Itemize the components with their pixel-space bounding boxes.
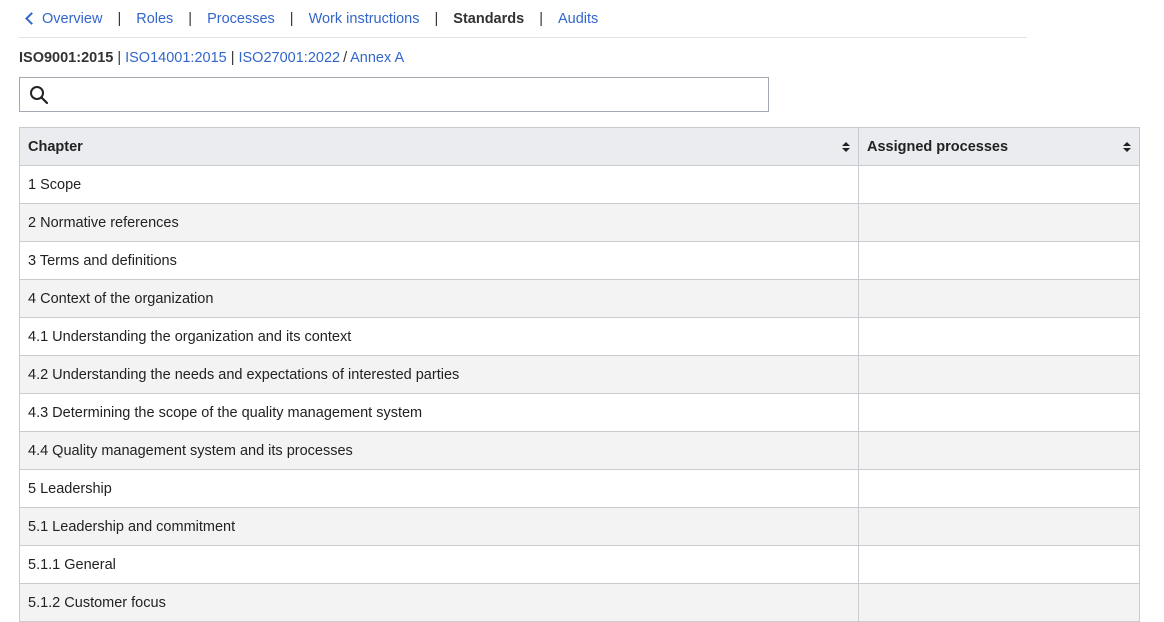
chapter-cell[interactable]: 4.2 Understanding the needs and expectat…	[19, 355, 859, 394]
standard-separator: |	[230, 50, 235, 66]
chapter-cell[interactable]: 5.1.2 Customer focus	[19, 583, 859, 622]
nav-standards-current: Standards	[453, 10, 525, 27]
table-row: 4.3 Determining the scope of the quality…	[19, 393, 1140, 432]
annex-a-link[interactable]: Annex A	[350, 50, 404, 66]
nav-roles-link[interactable]: Roles	[136, 11, 173, 27]
nav-separator: |	[434, 10, 439, 27]
standard-slash: /	[343, 50, 348, 66]
search-icon	[30, 86, 49, 105]
sort-icon[interactable]	[842, 142, 850, 152]
table-row: 4.2 Understanding the needs and expectat…	[19, 355, 1140, 394]
assigned-processes-cell	[858, 469, 1140, 508]
standards-table: Chapter Assigned processes 1 Scope 2 Nor…	[19, 127, 1140, 622]
table-row: 4.4 Quality management system and its pr…	[19, 431, 1140, 470]
chapter-cell[interactable]: 4 Context of the organization	[19, 279, 859, 318]
assigned-processes-cell	[858, 431, 1140, 470]
assigned-processes-cell	[858, 241, 1140, 280]
chapter-cell[interactable]: 3 Terms and definitions	[19, 241, 859, 280]
assigned-processes-cell	[858, 393, 1140, 432]
chapter-cell[interactable]: 5.1 Leadership and commitment	[19, 507, 859, 546]
search-box	[19, 77, 769, 112]
assigned-processes-cell	[858, 355, 1140, 394]
column-header-chapter[interactable]: Chapter	[19, 127, 859, 166]
table-row: 5.1.1 General	[19, 545, 1140, 584]
nav-separator: |	[117, 10, 122, 27]
table-row: 1 Scope	[19, 165, 1140, 204]
standard-iso14001-link[interactable]: ISO14001:2015	[125, 50, 227, 66]
nav-separator: |	[188, 10, 193, 27]
column-header-chapter-label: Chapter	[28, 138, 83, 155]
nav-audits-link[interactable]: Audits	[558, 11, 598, 27]
current-standard: ISO9001:2015	[19, 50, 114, 66]
assigned-processes-cell	[858, 165, 1140, 204]
table-row: 4 Context of the organization	[19, 279, 1140, 318]
chevron-left-icon	[25, 11, 38, 25]
chapter-cell[interactable]: 1 Scope	[19, 165, 859, 204]
table-header-row: Chapter Assigned processes	[19, 127, 1140, 166]
assigned-processes-cell	[858, 545, 1140, 584]
chapter-cell[interactable]: 4.3 Determining the scope of the quality…	[19, 393, 859, 432]
nav-separator: |	[289, 10, 294, 27]
table-row: 2 Normative references	[19, 203, 1140, 242]
chapter-cell[interactable]: 4.1 Understanding the organization and i…	[19, 317, 859, 356]
nav-processes-link[interactable]: Processes	[207, 11, 275, 27]
table-row: 5.1.2 Customer focus	[19, 583, 1140, 622]
assigned-processes-cell	[858, 203, 1140, 242]
column-header-assigned-processes[interactable]: Assigned processes	[858, 127, 1140, 166]
table-row: 5 Leadership	[19, 469, 1140, 508]
standard-separator: |	[117, 50, 122, 66]
assigned-processes-cell	[858, 279, 1140, 318]
nav-overview-label: Overview	[42, 10, 103, 27]
search-input[interactable]	[58, 78, 758, 111]
table-row: 4.1 Understanding the organization and i…	[19, 317, 1140, 356]
nav-work-instructions-link[interactable]: Work instructions	[309, 11, 420, 27]
column-header-assigned-processes-label: Assigned processes	[867, 138, 1009, 155]
sort-icon[interactable]	[1123, 142, 1131, 152]
assigned-processes-cell	[858, 317, 1140, 356]
chapter-cell[interactable]: 2 Normative references	[19, 203, 859, 242]
assigned-processes-cell	[858, 583, 1140, 622]
chapter-cell[interactable]: 5 Leadership	[19, 469, 859, 508]
table-row: 5.1 Leadership and commitment	[19, 507, 1140, 546]
chapter-cell[interactable]: 4.4 Quality management system and its pr…	[19, 431, 859, 470]
assigned-processes-cell	[858, 507, 1140, 546]
chapter-cell[interactable]: 5.1.1 General	[19, 545, 859, 584]
table-row: 3 Terms and definitions	[19, 241, 1140, 280]
standard-selector: ISO9001:2015 | ISO14001:2015 | ISO27001:…	[19, 48, 404, 68]
nav-overview-link[interactable]: Overview	[19, 11, 102, 27]
standard-iso27001-link[interactable]: ISO27001:2022	[238, 50, 340, 66]
nav-separator: |	[539, 10, 543, 27]
top-navigation: Overview | Roles | Processes | Work inst…	[19, 0, 1027, 38]
